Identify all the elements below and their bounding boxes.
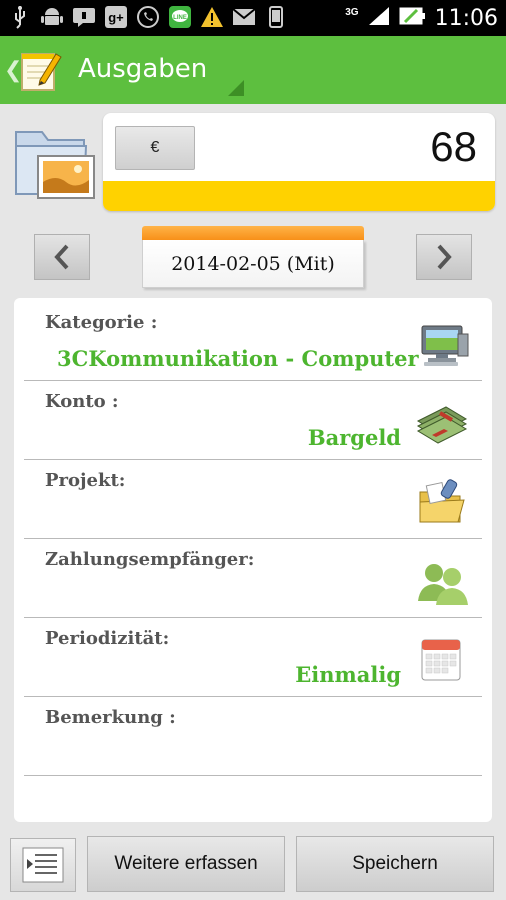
account-label: Konto : [45, 391, 119, 412]
periodicity-label: Periodizität: [45, 628, 170, 649]
gmail-icon [232, 4, 256, 30]
clock: 11:06 [434, 5, 498, 31]
app-notepad-icon[interactable] [20, 48, 62, 92]
form-row-account[interactable]: Konto : Bargeld [24, 381, 482, 460]
android-icon [40, 4, 64, 30]
project-label: Projekt: [45, 470, 126, 491]
signal-icon [367, 5, 391, 32]
svg-text:g+: g+ [108, 10, 124, 25]
payee-label: Zahlungsempfänger: [45, 549, 255, 570]
whatsapp-icon [136, 4, 160, 30]
usb-icon [8, 4, 32, 30]
add-more-button[interactable]: Weitere erfassen [87, 836, 285, 892]
form-row-category[interactable]: Kategorie : 3CKommunikation - Computer [24, 302, 482, 381]
google-plus-icon: g+ [104, 4, 128, 30]
chat-icon [72, 4, 96, 30]
action-bar: ❮ Ausgaben [0, 36, 506, 104]
form-row-payee[interactable]: Zahlungsempfänger: [24, 539, 482, 618]
money-icon[interactable] [414, 399, 470, 449]
chevron-left-icon [54, 244, 69, 270]
date-value[interactable]: 2014-02-05 (Mit) [142, 240, 364, 288]
amount-accent-bar [103, 181, 495, 211]
expense-form: Kategorie : 3CKommunikation - Computer K… [14, 298, 492, 822]
save-button[interactable]: Speichern [296, 836, 494, 892]
date-selector[interactable]: 2014-02-05 (Mit) [142, 226, 364, 288]
battery-icon [399, 6, 427, 31]
amount-value[interactable]: 68 [430, 123, 477, 171]
periodicity-value[interactable]: Einmalig [295, 662, 401, 687]
network-type: 3G [345, 6, 359, 18]
remark-label: Bemerkung : [45, 707, 176, 728]
status-bar: g+ LINE 3G 11:06 [0, 0, 506, 36]
people-icon[interactable] [414, 557, 470, 607]
previous-date-button[interactable] [34, 234, 90, 280]
amount-panel: € 68 [103, 113, 495, 211]
line-icon: LINE [168, 4, 192, 30]
screen-title[interactable]: Ausgaben [78, 54, 207, 84]
attachment-folder-icon[interactable] [12, 120, 96, 202]
project-folder-icon[interactable] [414, 478, 470, 528]
category-value[interactable]: 3CKommunikation - Computer [57, 346, 419, 371]
svg-text:LINE: LINE [173, 15, 187, 21]
dropdown-indicator-icon[interactable] [228, 80, 244, 96]
phone-icon [264, 4, 288, 30]
list-menu-icon [22, 847, 64, 883]
account-value[interactable]: Bargeld [308, 425, 401, 450]
currency-button[interactable]: € [115, 126, 195, 170]
form-row-project[interactable]: Projekt: [24, 460, 482, 539]
form-row-periodicity[interactable]: Periodizität: Einmalig [24, 618, 482, 697]
menu-button[interactable] [10, 838, 76, 892]
next-date-button[interactable] [416, 234, 472, 280]
calendar-icon[interactable] [414, 636, 470, 686]
chevron-right-icon [437, 244, 452, 270]
computer-icon[interactable] [414, 320, 470, 370]
form-row-remark[interactable]: Bemerkung : [24, 697, 482, 776]
category-label: Kategorie : [45, 312, 158, 333]
warning-icon [200, 4, 224, 30]
